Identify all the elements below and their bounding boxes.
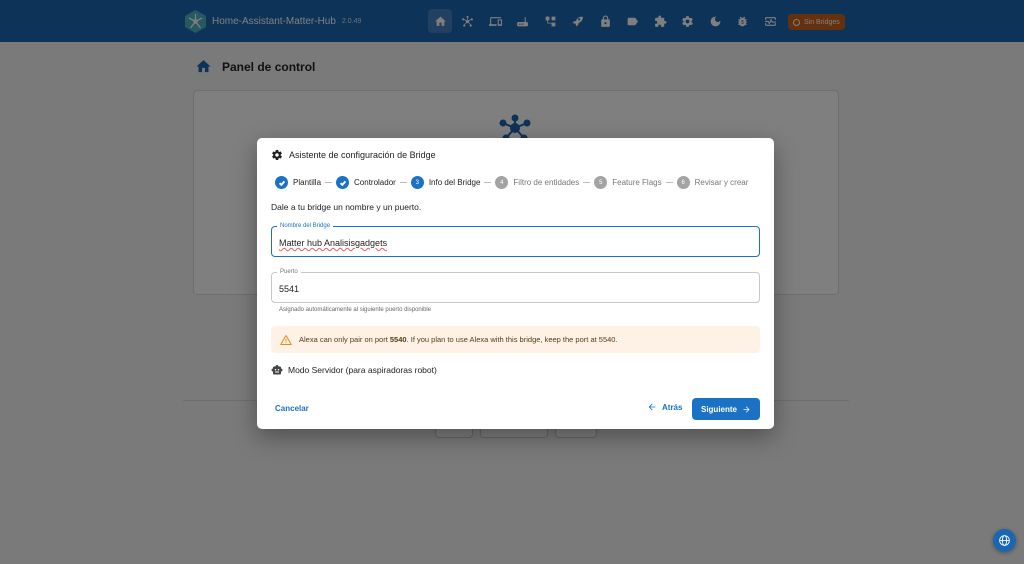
settings-icon (272, 150, 282, 160)
next-button[interactable]: Siguiente (692, 398, 760, 420)
robot-icon (271, 365, 283, 375)
bridge-name-label: Nombre del Bridge (277, 222, 334, 230)
warning-icon (280, 334, 292, 345)
port-label: Puerto (277, 268, 301, 276)
alert-text: Alexa can only pair on port 5540. If you… (299, 335, 618, 344)
step-label: Filtro de entidades (513, 178, 580, 187)
server-mode-option[interactable]: Modo Servidor (para aspiradoras robot) (271, 364, 437, 376)
bridge-name-value: Matter hub Analisisgadgets (279, 238, 388, 248)
port-field[interactable]: Puerto 5541 (271, 268, 760, 303)
bridge-name-field[interactable]: Nombre del Bridge Matter hub Analisisgad… (271, 222, 760, 257)
globe-icon (999, 535, 1010, 546)
step-number: 5 (594, 176, 608, 189)
step-connector (665, 182, 673, 183)
step-label: Plantilla (293, 178, 322, 187)
step-connector (484, 182, 492, 183)
step-plantilla[interactable]: Plantilla (275, 176, 321, 189)
step-label: Info del Bridge (428, 178, 481, 187)
back-button[interactable]: Atrás (647, 402, 682, 412)
step-number: 3 (410, 176, 424, 189)
step-connector (325, 182, 333, 183)
dialog-instructions: Dale a tu bridge un nombre y un puerto. (271, 202, 422, 212)
step-number: 6 (676, 176, 690, 189)
port-helper-text: Asignado automáticamente al siguiente pu… (279, 307, 432, 313)
dialog-title: Asistente de configuración de Bridge (271, 149, 436, 161)
port-value: 5541 (279, 284, 300, 294)
check-icon (275, 176, 288, 189)
arrow-left-icon (648, 403, 656, 411)
alexa-warning-alert: Alexa can only pair on port 5540. If you… (271, 326, 760, 353)
arrow-right-icon (743, 406, 750, 412)
step-connector (399, 182, 407, 183)
step-controlador[interactable]: Controlador (336, 176, 396, 189)
step-revisar-crear: 6 Revisar y crear (676, 176, 749, 189)
step-label: Controlador (354, 178, 396, 187)
step-info-bridge[interactable]: 3 Info del Bridge (410, 176, 481, 189)
bridge-wizard-dialog: Asistente de configuración de Bridge Pla… (257, 138, 774, 429)
step-filtro-entidades: 4 Filtro de entidades (495, 176, 579, 189)
step-label: Feature Flags (612, 178, 662, 187)
step-feature-flags: 5 Feature Flags (594, 176, 662, 189)
cancel-button[interactable]: Cancelar (275, 404, 309, 413)
step-number: 4 (495, 176, 509, 189)
check-icon (336, 176, 350, 189)
step-connector (583, 182, 591, 183)
back-button-label: Atrás (662, 402, 683, 412)
language-button[interactable] (993, 529, 1016, 552)
wizard-stepper: Plantilla Controlador 3 Info del Bridge … (275, 176, 748, 189)
next-button-label: Siguiente (700, 404, 737, 414)
step-label: Revisar y crear (694, 178, 749, 187)
dialog-title-text: Asistente de configuración de Bridge (289, 150, 436, 160)
server-mode-label: Modo Servidor (para aspiradoras robot) (288, 365, 437, 375)
